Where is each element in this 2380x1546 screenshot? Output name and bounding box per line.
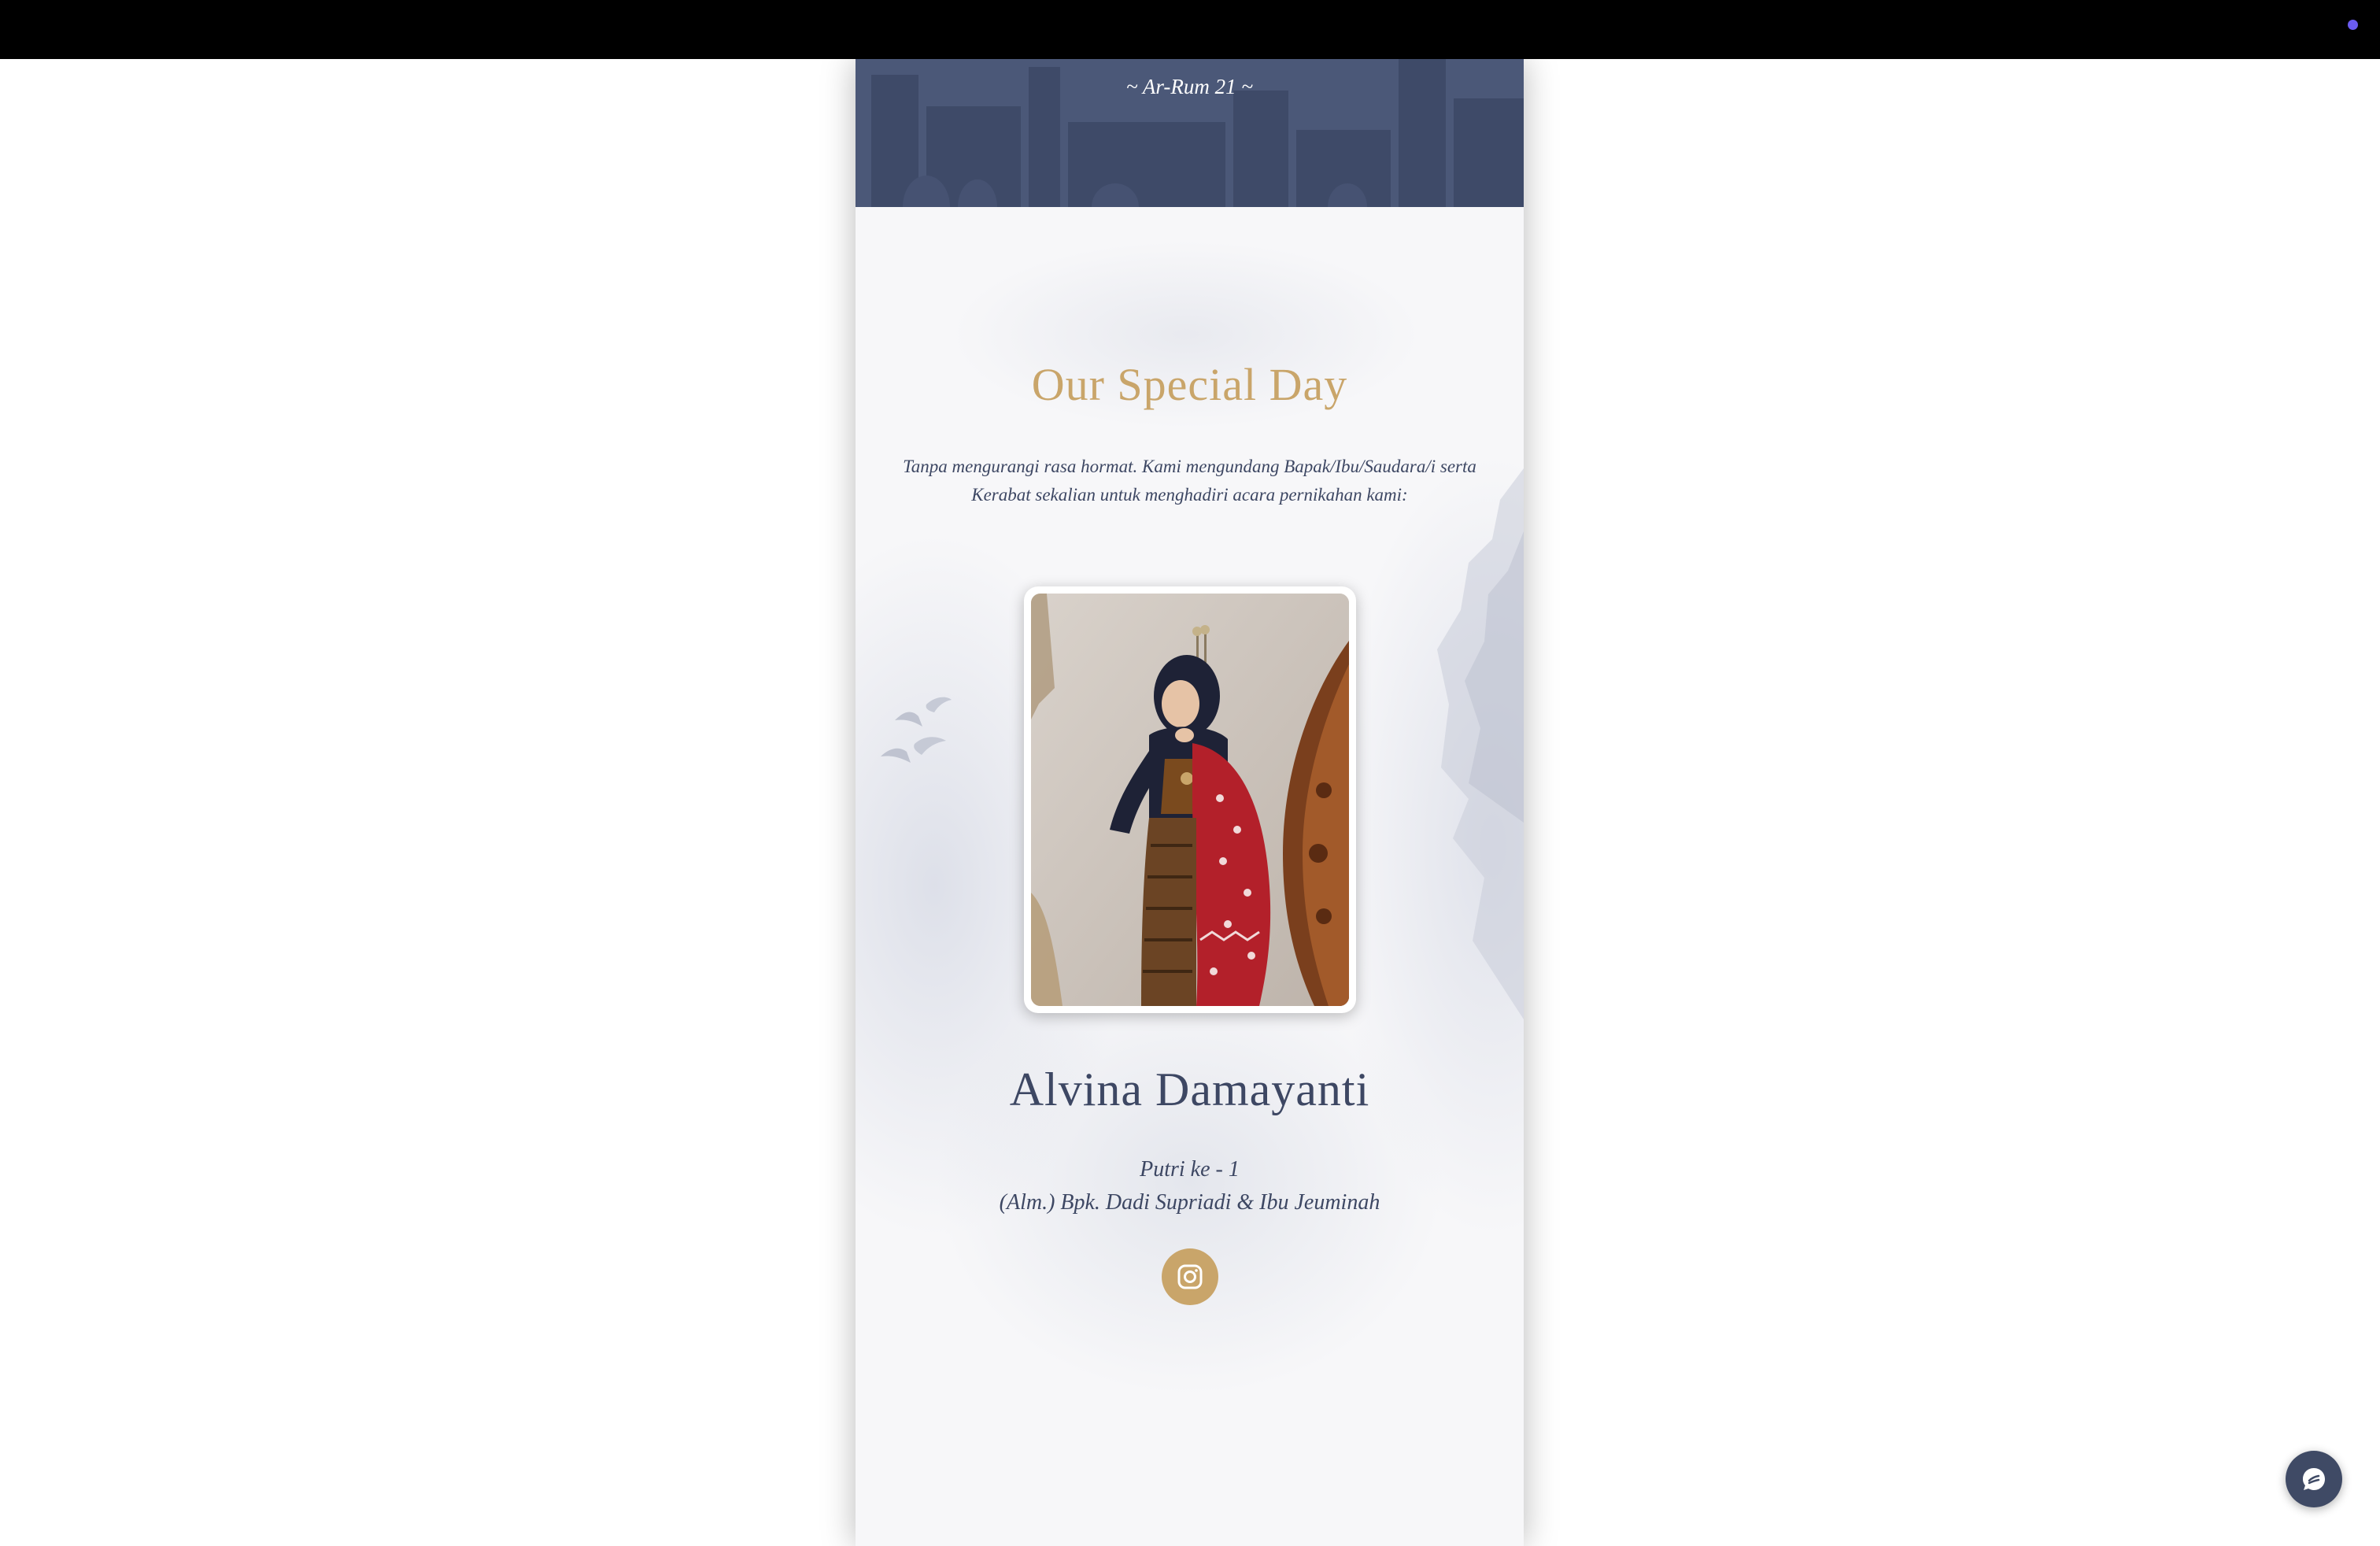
bride-photo xyxy=(1031,594,1349,1006)
section-title: Our Special Day xyxy=(1031,359,1348,410)
verse-reference: ~ Ar-Rum 21 ~ xyxy=(1126,75,1253,98)
bride-child-order: Putri ke - 1 xyxy=(1140,1157,1240,1182)
birds-decoration xyxy=(881,697,952,763)
invitation-intro: Tanpa mengurangi rasa hormat. Kami mengu… xyxy=(903,457,1476,505)
chat-button[interactable] xyxy=(2286,1451,2342,1507)
status-dot-icon xyxy=(2348,20,2358,30)
chat-bubble-icon xyxy=(2303,1468,2325,1490)
invitation-card: ~ Ar-Rum 21 ~ Our Special Day Tanpa meng… xyxy=(856,59,1524,1546)
bride-name: Alvina Damayanti xyxy=(1009,1063,1370,1115)
instagram-icon xyxy=(1177,1264,1203,1289)
bride-parents: (Alm.) Bpk. Dadi Supriadi & Ibu Jeuminah xyxy=(999,1190,1380,1215)
top-bar xyxy=(0,0,2380,59)
header-band: ~ Ar-Rum 21 ~ xyxy=(856,59,1524,207)
bride-photo-illustration xyxy=(1031,594,1349,1006)
mountain-silhouette-decoration xyxy=(1437,468,1524,1019)
instagram-button[interactable] xyxy=(1162,1248,1218,1305)
bride-photo-frame xyxy=(1024,586,1356,1013)
